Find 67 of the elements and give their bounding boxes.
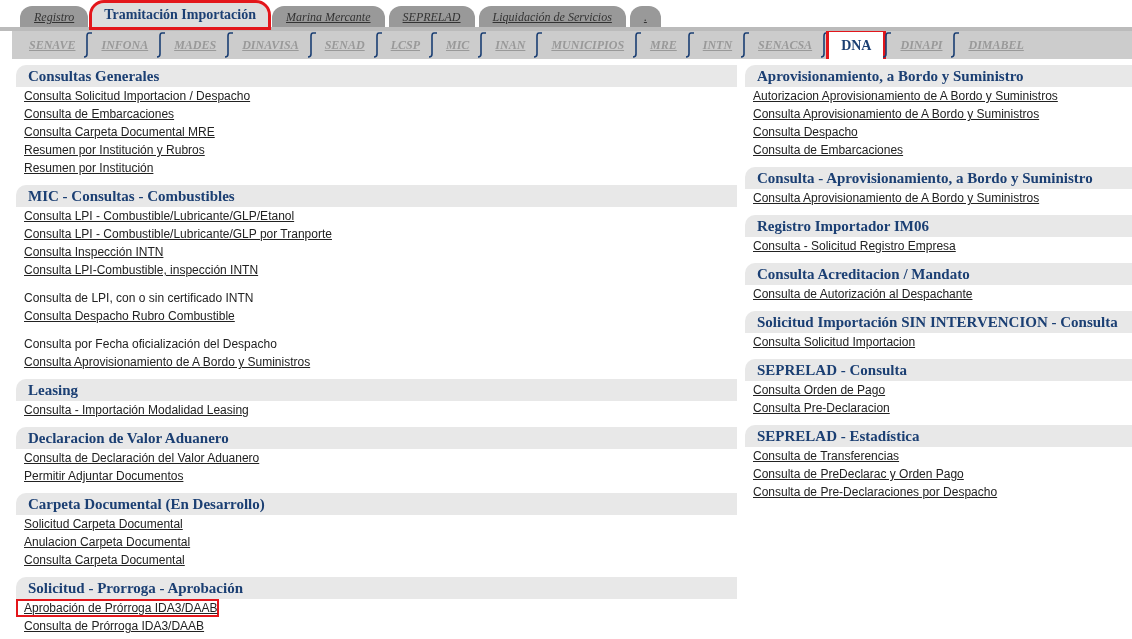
subtab[interactable]: DNA	[829, 31, 884, 59]
menu-link[interactable]: Autorizacion Aprovisionamiento de A Bordo y Suministros	[745, 87, 1060, 105]
menu-label: Consulta de LPI, con o sin certificado INTN	[23, 290, 255, 307]
section-heading: Consulta Acreditacion / Mandato	[745, 263, 1132, 285]
section-heading: Carpeta Documental (En Desarrollo)	[16, 493, 737, 515]
menu-link[interactable]: Consulta LPI - Combustible/Lubricante/GLP/Etanol	[16, 207, 297, 225]
tab-separator-icon	[685, 32, 694, 58]
menu-link[interactable]: Consulta Solicitud Importacion / Despacho	[16, 87, 253, 105]
menu-link[interactable]: Consulta Pre-Declaracion	[745, 399, 892, 417]
section-heading: Aprovisionamiento, a Bordo y Suministro	[745, 65, 1132, 87]
tab-separator-icon	[741, 32, 750, 58]
tab-separator-icon	[633, 32, 642, 58]
menu-link[interactable]: Consulta Inspección INTN	[16, 243, 166, 261]
section-heading: SEPRELAD - Consulta	[745, 359, 1132, 381]
menu-link[interactable]: Consulta de Embarcaciones	[16, 105, 177, 123]
tab[interactable]: Marina Mercante	[272, 6, 385, 27]
menu-link[interactable]: Consulta de Autorización al Despachante	[745, 285, 975, 303]
tab-separator-icon	[534, 32, 543, 58]
tab-separator-icon	[429, 32, 437, 58]
menu-link[interactable]: Resumen por Institución	[16, 159, 156, 177]
section-heading: Declaracion de Valor Aduanero	[16, 427, 737, 449]
tab-separator-icon	[157, 32, 166, 58]
section-heading: Solicitud - Prorroga - Aprobación	[16, 577, 737, 599]
tab[interactable]: SEPRELAD	[388, 6, 475, 27]
menu-link[interactable]: Anulacion Carpeta Documental	[16, 533, 193, 551]
section-heading: Consultas Generales	[16, 65, 737, 87]
menu-link[interactable]: Consulta de Prórroga IDA3/DAAB	[16, 617, 207, 635]
section-heading: Consulta - Aprovisionamiento, a Bordo y Suministro	[745, 167, 1132, 189]
tab[interactable]: Liquidación de Servicios	[478, 6, 626, 27]
menu-label: Consulta por Fecha oficialización del Despacho	[23, 336, 278, 353]
menu-link[interactable]: Aprobación de Prórroga IDA3/DAAB	[16, 599, 220, 617]
tab[interactable]: .	[629, 6, 661, 27]
menu-link[interactable]: Consulta de Embarcaciones	[745, 141, 906, 159]
tab-separator-icon	[373, 32, 382, 58]
tab-separator-icon	[307, 32, 316, 58]
section-heading: SEPRELAD - Estadística	[745, 425, 1132, 447]
menu-link[interactable]: Consulta Orden de Pago	[745, 381, 888, 399]
menu-link[interactable]: Consulta Carpeta Documental	[16, 551, 187, 569]
menu-link[interactable]: Consulta Aprovisionamiento de A Bordo y Suministros	[745, 189, 1042, 207]
menu-link[interactable]: Consulta de PreDeclarac y Orden Pago	[745, 465, 966, 483]
tab-separator-icon	[951, 32, 960, 58]
menu-link[interactable]: Consulta LPI - Combustible/Lubricante/GLP por Tranporte	[16, 225, 334, 243]
menu-link[interactable]: Permitir Adjuntar Documentos	[16, 467, 186, 485]
tab-separator-icon	[84, 32, 93, 58]
section-heading: Solicitud Importación SIN INTERVENCION - Consulta	[745, 311, 1132, 333]
tab-separator-icon	[883, 32, 892, 58]
menu-link[interactable]: Consulta - Importación Modalidad Leasing	[16, 401, 251, 419]
menu-link[interactable]: Consulta de Transferencias	[745, 447, 902, 465]
menu-link[interactable]: Consulta Despacho Rubro Combustible	[16, 307, 237, 325]
menu-link[interactable]: Consulta Aprovisionamiento de A Bordo y Suministros	[16, 353, 313, 371]
menu-link[interactable]: Solicitud Carpeta Documental	[16, 515, 185, 533]
tab-separator-icon	[478, 32, 487, 58]
menu-link[interactable]: Consulta LPI-Combustible, inspección INTN	[16, 261, 261, 279]
section-heading: Registro Importador IM06	[745, 215, 1132, 237]
tab-separator-icon	[225, 32, 234, 58]
section-heading: Leasing	[16, 379, 737, 401]
tab[interactable]: Tramitación Importación	[92, 3, 268, 27]
menu-link[interactable]: Consulta - Solicitud Registro Empresa	[745, 237, 958, 255]
tab[interactable]: Registro	[20, 6, 89, 27]
menu-link[interactable]: Consulta Aprovisionamiento de A Bordo y Suministros	[745, 105, 1042, 123]
menu-link[interactable]: Consulta Despacho	[745, 123, 860, 141]
menu-link[interactable]: Resumen por Institución y Rubros	[16, 141, 207, 159]
section-heading: MIC - Consultas - Combustibles	[16, 185, 737, 207]
menu-link[interactable]: Consulta Carpeta Documental MRE	[16, 123, 217, 141]
menu-link[interactable]: Consulta de Declaración del Valor Aduanero	[16, 449, 262, 467]
menu-link[interactable]: Consulta de Pre-Declaraciones por Despacho	[745, 483, 1000, 501]
menu-link[interactable]: Consulta Solicitud Importacion	[745, 333, 918, 351]
